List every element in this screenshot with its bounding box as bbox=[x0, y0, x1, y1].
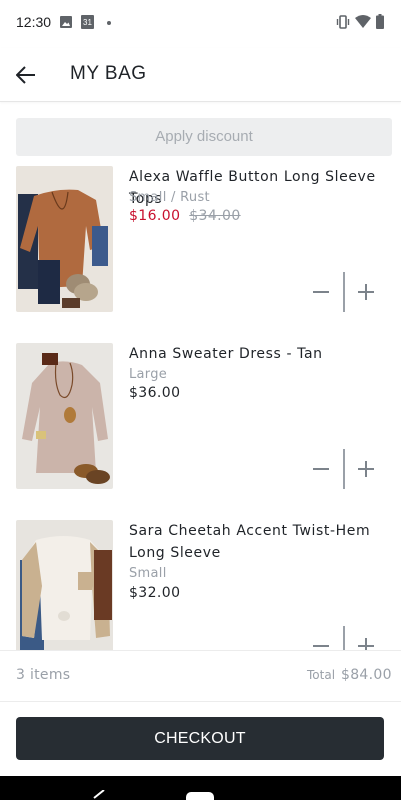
sale-price: $16.00 bbox=[129, 208, 181, 224]
minus-icon bbox=[313, 291, 329, 293]
nav-home-icon[interactable] bbox=[186, 792, 214, 800]
cart-item: Sara Cheetah Accent Twist-Hem Long Sleev… bbox=[0, 514, 401, 650]
product-photo-graphic bbox=[16, 343, 113, 489]
increase-quantity-button[interactable] bbox=[351, 272, 381, 312]
plus-icon bbox=[358, 638, 374, 650]
item-name[interactable]: Sara Cheetah Accent Twist-Hem Long Sleev… bbox=[129, 520, 379, 564]
plus-icon bbox=[358, 284, 374, 300]
quantity-stepper bbox=[306, 626, 386, 650]
calendar-day: 31 bbox=[83, 18, 92, 27]
item-name[interactable]: Anna Sweater Dress - Tan bbox=[129, 343, 379, 365]
battery-icon bbox=[376, 14, 384, 29]
item-variant: Small bbox=[129, 566, 167, 581]
total-label: Total bbox=[307, 668, 336, 682]
nav-back-icon[interactable] bbox=[92, 790, 106, 800]
product-photo-graphic bbox=[16, 520, 113, 650]
product-image[interactable] bbox=[16, 166, 113, 312]
quantity-divider bbox=[343, 626, 345, 650]
cart-item: Anna Sweater Dress - Tan Large $36.00 bbox=[0, 337, 401, 513]
item-count: 3 items bbox=[16, 667, 71, 683]
item-variant: Large bbox=[129, 367, 168, 382]
checkout-button[interactable]: CHECKOUT bbox=[16, 717, 384, 760]
decrease-quantity-button[interactable] bbox=[306, 626, 336, 650]
app-header: MY BAG bbox=[0, 48, 401, 102]
item-price: $36.00 bbox=[129, 385, 181, 401]
decrease-quantity-button[interactable] bbox=[306, 272, 336, 312]
status-bar: 12:30 31 bbox=[0, 0, 401, 48]
plus-icon bbox=[358, 461, 374, 477]
minus-icon bbox=[313, 645, 329, 647]
notification-dot-icon bbox=[107, 21, 111, 25]
wifi-icon bbox=[355, 15, 371, 28]
increase-quantity-button[interactable] bbox=[351, 449, 381, 489]
total-value: $84.00 bbox=[341, 667, 392, 683]
image-icon bbox=[60, 16, 72, 28]
item-variant: Small / Rust bbox=[129, 190, 210, 205]
quantity-stepper bbox=[306, 272, 386, 312]
quantity-divider bbox=[343, 449, 345, 489]
product-image[interactable] bbox=[16, 520, 113, 650]
quantity-divider bbox=[343, 272, 345, 312]
cart-item: Alexa Waffle Button Long Sleeve Tops Sma… bbox=[0, 160, 401, 336]
calendar-icon: 31 bbox=[81, 15, 94, 29]
page-title: MY BAG bbox=[70, 63, 147, 84]
quantity-stepper bbox=[306, 449, 386, 489]
increase-quantity-button[interactable] bbox=[351, 626, 381, 650]
cart-summary: 3 items Total $84.00 bbox=[0, 650, 401, 702]
item-price: $32.00 bbox=[129, 585, 181, 601]
product-photo-graphic bbox=[16, 166, 113, 312]
status-time: 12:30 bbox=[16, 14, 52, 30]
vibrate-icon bbox=[336, 15, 350, 29]
decrease-quantity-button[interactable] bbox=[306, 449, 336, 489]
back-button[interactable] bbox=[12, 61, 40, 89]
product-image[interactable] bbox=[16, 343, 113, 489]
arrow-left-icon bbox=[16, 66, 35, 84]
minus-icon bbox=[313, 468, 329, 470]
original-price: $34.00 bbox=[189, 208, 241, 224]
cart-list[interactable]: Alexa Waffle Button Long Sleeve Tops Sma… bbox=[0, 160, 401, 650]
apply-discount-button[interactable]: Apply discount bbox=[16, 118, 392, 156]
system-nav-bar bbox=[0, 776, 401, 800]
item-price: $16.00 $34.00 bbox=[129, 208, 241, 224]
